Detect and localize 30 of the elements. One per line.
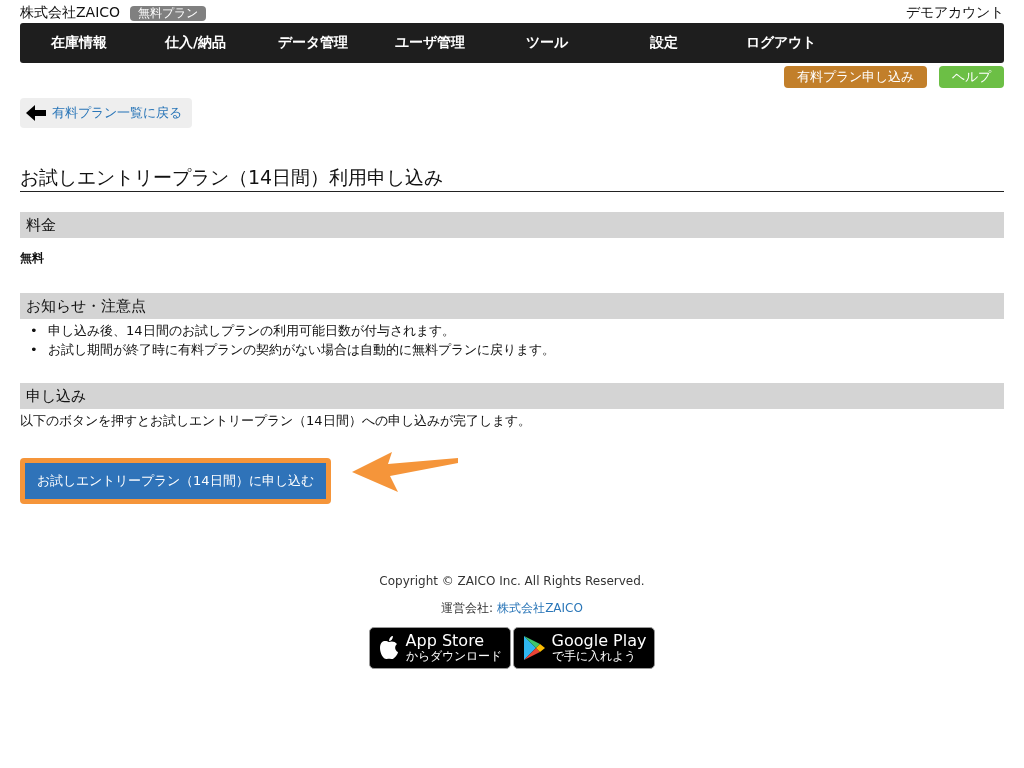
section-heading: 料金 <box>20 212 1004 238</box>
instruction-text: 以下のボタンを押すとお試しエントリープラン（14日間）への申し込みが完了します。 <box>20 412 532 430</box>
nav-link[interactable]: ユーザ管理 <box>371 34 488 52</box>
nav-link[interactable]: 仕入/納品 <box>137 34 254 52</box>
nav-link[interactable]: ツール <box>488 34 605 52</box>
plan-badge: 無料プラン <box>130 5 207 21</box>
operator-link[interactable]: 株式会社ZAICO <box>497 600 583 617</box>
bullet: • <box>30 341 39 359</box>
store-badge[interactable]: App Store からダウンロード <box>368 627 511 669</box>
section-heading: お知らせ・注意点 <box>20 293 1004 319</box>
nav-link[interactable]: 在庫情報 <box>20 34 137 52</box>
apple-icon <box>377 635 400 661</box>
copyright-text: Copyright © ZAICO Inc. All Rights Reserved. <box>379 574 645 588</box>
bullet: • <box>30 322 39 340</box>
section-heading: 申し込み <box>20 383 1004 409</box>
apply-button[interactable]: お試しエントリープラン（14日間）に申し込む <box>25 463 326 499</box>
store-badge[interactable]: Google Play で手に入れよう <box>512 627 656 669</box>
notice-item: 申し込み後、14日間のお試しプランの利用可能日数が付与されます。 <box>48 322 455 340</box>
nav-link[interactable]: データ管理 <box>254 34 371 52</box>
back-link[interactable]: 有料プラン一覧に戻る <box>20 98 192 128</box>
notice-item: お試し期間が終了時に有料プランの契約がない場合は自動的に無料プランに戻ります。 <box>48 341 555 359</box>
price-value: 無料 <box>20 250 45 267</box>
play-triangle-icon <box>521 635 546 661</box>
company-name: 株式会社ZAICO <box>20 4 121 22</box>
account-name: デモアカウント <box>906 4 1004 22</box>
page-title: お試しエントリープラン（14日間）利用申し込み <box>20 165 1004 192</box>
operator-label: 運営会社: <box>441 600 494 617</box>
nav-link[interactable]: 設定 <box>605 34 722 52</box>
nav-link[interactable]: ログアウト <box>722 34 839 52</box>
left-arrow-icon <box>26 105 46 121</box>
